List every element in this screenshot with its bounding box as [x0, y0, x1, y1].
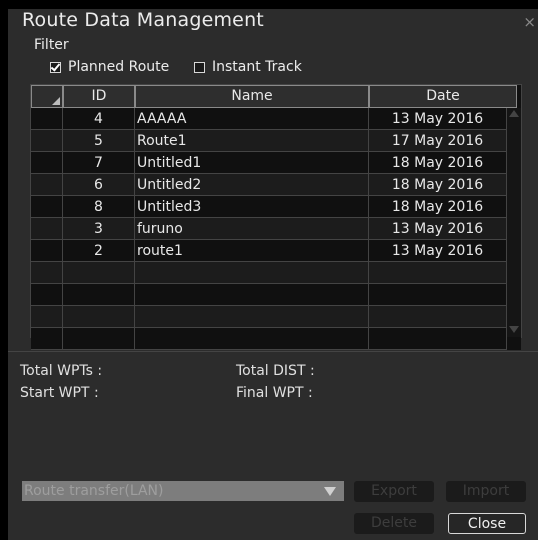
date-cell: 17 May 2016: [369, 130, 507, 152]
name-cell: furuno: [135, 218, 369, 240]
empty-table-row[interactable]: [31, 306, 521, 328]
close-button[interactable]: Close: [448, 513, 526, 534]
row-select-cell: [31, 196, 63, 218]
row-select-cell: [31, 284, 63, 306]
instant-track-label: Instant Track: [212, 59, 302, 75]
final-wpt-label: Final WPT :: [236, 385, 313, 401]
date-cell: 13 May 2016: [369, 240, 507, 262]
row-select-cell: [31, 306, 63, 328]
name-cell: Route1: [135, 130, 369, 152]
route-table: ID Name Date 4 AAAAA 13 May 2016 5 Route1 17 …: [30, 84, 522, 350]
select-all-corner-icon: [52, 97, 60, 105]
name-cell: [135, 306, 369, 328]
delete-button[interactable]: Delete: [354, 513, 434, 534]
table-row[interactable]: 3 furuno 13 May 2016: [31, 218, 521, 240]
row-select-cell: [31, 218, 63, 240]
divider: [8, 351, 538, 352]
date-cell: [369, 306, 507, 328]
table-scrollbar[interactable]: [506, 108, 521, 337]
empty-table-row[interactable]: [31, 328, 521, 350]
planned-route-label: Planned Route: [68, 59, 170, 75]
date-cell: 18 May 2016: [369, 152, 507, 174]
date-cell: 18 May 2016: [369, 196, 507, 218]
id-cell: [63, 306, 135, 328]
id-cell: 2: [63, 240, 135, 262]
table-row[interactable]: 2 route1 13 May 2016: [31, 240, 521, 262]
date-cell: 13 May 2016: [369, 108, 507, 130]
chevron-down-icon[interactable]: [324, 487, 336, 496]
date-cell: [369, 328, 507, 350]
row-select-cell: [31, 240, 63, 262]
instant-track-checkbox-row[interactable]: Instant Track: [194, 59, 302, 75]
id-cell: 7: [63, 152, 135, 174]
select-all-header[interactable]: [31, 85, 63, 108]
instant-track-checkbox[interactable]: [194, 61, 205, 73]
scroll-up-icon[interactable]: [509, 110, 519, 117]
filter-label: Filter: [34, 37, 69, 53]
date-cell: [369, 262, 507, 284]
table-row[interactable]: 8 Untitled3 18 May 2016: [31, 196, 521, 218]
table-row[interactable]: 6 Untitled2 18 May 2016: [31, 174, 521, 196]
id-cell: [63, 284, 135, 306]
empty-table-row[interactable]: [31, 284, 521, 306]
id-cell: [63, 328, 135, 350]
row-select-cell: [31, 152, 63, 174]
table-row[interactable]: 5 Route1 17 May 2016: [31, 130, 521, 152]
row-select-cell: [31, 174, 63, 196]
name-cell: AAAAA: [135, 108, 369, 130]
row-select-cell: [31, 130, 63, 152]
planned-route-checkbox-row[interactable]: Planned Route: [50, 59, 169, 75]
row-select-cell: [31, 108, 63, 130]
export-button[interactable]: Export: [354, 481, 434, 502]
date-cell: 18 May 2016: [369, 174, 507, 196]
id-cell: 5: [63, 130, 135, 152]
id-cell: 4: [63, 108, 135, 130]
scroll-down-icon[interactable]: [509, 326, 519, 333]
id-cell: 6: [63, 174, 135, 196]
name-cell: Untitled3: [135, 196, 369, 218]
table-row[interactable]: 7 Untitled1 18 May 2016: [31, 152, 521, 174]
name-cell: [135, 328, 369, 350]
id-cell: 3: [63, 218, 135, 240]
column-header-id[interactable]: ID: [63, 85, 135, 108]
empty-table-row[interactable]: [31, 262, 521, 284]
transfer-method-value: Route transfer(LAN): [24, 483, 164, 499]
name-cell: Untitled2: [135, 174, 369, 196]
row-select-cell: [31, 328, 63, 350]
total-dist-label: Total DIST :: [236, 363, 315, 379]
start-wpt-label: Start WPT :: [20, 385, 99, 401]
id-cell: 8: [63, 196, 135, 218]
planned-route-checkbox[interactable]: [50, 61, 61, 73]
route-data-management-dialog: Route Data Management × Filter Planned R…: [8, 9, 538, 540]
transfer-method-select[interactable]: Route transfer(LAN): [22, 481, 344, 501]
name-cell: route1: [135, 240, 369, 262]
import-button[interactable]: Import: [446, 481, 526, 502]
total-wpts-label: Total WPTs :: [20, 363, 103, 379]
column-header-name[interactable]: Name: [135, 85, 369, 108]
name-cell: [135, 262, 369, 284]
column-header-date[interactable]: Date: [369, 85, 517, 108]
date-cell: 13 May 2016: [369, 218, 507, 240]
id-cell: [63, 262, 135, 284]
dialog-title: Route Data Management: [22, 9, 264, 31]
table-row[interactable]: 4 AAAAA 13 May 2016: [31, 108, 521, 130]
name-cell: [135, 284, 369, 306]
row-select-cell: [31, 262, 63, 284]
name-cell: Untitled1: [135, 152, 369, 174]
close-icon[interactable]: ×: [523, 13, 536, 31]
date-cell: [369, 284, 507, 306]
